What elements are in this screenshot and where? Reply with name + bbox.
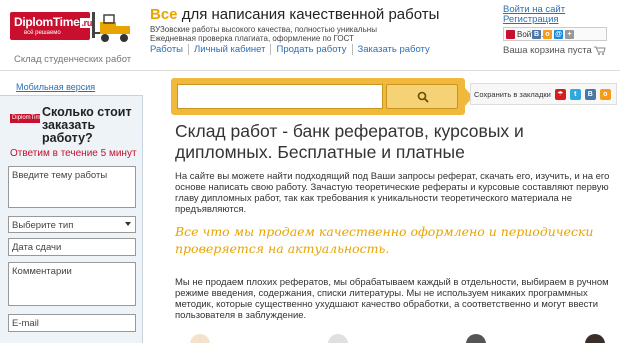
email-field[interactable]: E-mail [8,314,136,332]
header-divider [0,70,620,71]
sidebar-title: Сколько стоит заказать работу? [42,105,132,145]
page-title: Склад работ - банк рефератов, курсовых и… [175,121,524,162]
sidebar-logo: DiplomTime [10,114,44,123]
feature-icon [190,334,210,343]
highlight-quote: Все что мы продаем качественно оформлено… [175,224,594,256]
feature-icons-row [190,334,610,343]
headline-text: для написания качественной работы [177,6,440,23]
page-headline: Все для написания качественной работы [150,6,439,23]
more-icon[interactable]: + [565,30,574,39]
logo-tagline: всё решаемо [24,30,61,36]
forklift-icon [92,12,130,42]
subtitle-line: ВУЗовские работы высокого качества, полн… [150,25,377,34]
feature-icon [328,334,348,343]
breadcrumb[interactable]: Склад студенческих работ [14,54,131,65]
odnoklassniki-icon[interactable]: o [543,30,552,39]
mailru-icon[interactable]: @ [554,30,563,39]
nav-item-sell[interactable]: Продать работу [270,44,351,55]
bookmark-red-icon[interactable]: ☂ [554,88,566,100]
nav-item-order[interactable]: Заказать работу [351,44,435,55]
chevron-down-icon [125,222,131,226]
mobile-version-link[interactable]: Мобильная версия [16,82,95,92]
social-icons: B o @ + [532,30,574,39]
logo-text: DiplomTime [14,15,80,29]
type-select[interactable]: Выберите тип [8,216,136,233]
comments-field[interactable]: Комментарии [8,262,136,306]
search-button[interactable] [386,84,458,109]
login-block: Войти на сайт Регистрация [503,5,565,25]
register-link[interactable]: Регистрация [503,15,565,25]
search-icon [417,91,429,103]
quality-paragraph: Мы не продаем плохих рефератов, мы обраб… [175,277,609,321]
vk-icon[interactable]: B [532,30,541,39]
order-sidebar: DiplomTime Сколько стоит заказать работу… [0,95,143,343]
feature-icon [585,334,605,343]
nav-item-account[interactable]: Личный кабинет [188,44,270,55]
search-bar [171,78,473,115]
cart-text: Ваша корзина пуста [503,45,592,56]
header-subtitle: ВУЗовские работы высокого качества, полн… [150,25,450,43]
nav-item-works[interactable]: Работы [150,44,188,55]
cart-status[interactable]: Ваша корзина пуста [503,45,607,56]
headline-accent: Все [150,6,178,23]
bookmarks-label: Сохранить в закладки [474,89,551,99]
sidebar-answer-note: Ответим в течение 5 минут [10,148,137,159]
date-field[interactable]: Дата сдачи [8,238,136,256]
cart-icon [594,46,607,55]
odnoklassniki-icon[interactable]: o [599,88,611,100]
site-logo[interactable]: DiplomTime .ru всё решаемо [10,12,94,40]
search-input[interactable] [177,84,383,109]
bookmarks-bar: Сохранить в закладки ☂ t B o [470,83,617,105]
topic-field[interactable]: Введите тему работы [8,166,136,208]
twitter-icon[interactable]: t [569,88,581,100]
social-red-icon [506,29,515,39]
vk-icon[interactable]: B [584,88,596,100]
intro-paragraph: На сайте вы можете найти подходящий под … [175,171,610,215]
main-nav: Работы Личный кабинет Продать работу Зак… [150,44,435,55]
feature-icon [466,334,486,343]
type-select-value: Выберите тип [12,220,74,231]
subtitle-line: Ежедневная проверка плагиата, оформление… [150,34,354,43]
